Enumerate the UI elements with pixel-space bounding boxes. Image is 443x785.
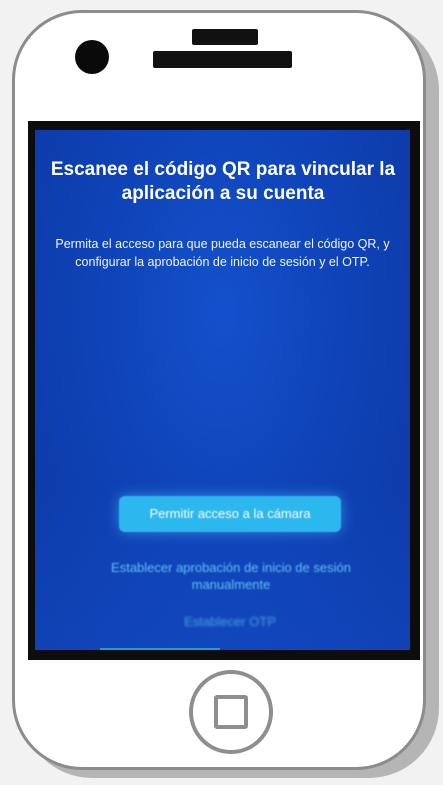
page-title: Escanee el código QR para vincular la ap… (50, 159, 396, 204)
earpiece-speaker (153, 51, 292, 68)
set-otp-link[interactable]: Establecer OTP (115, 613, 345, 630)
app-screen: Escanee el código QR para vincular la ap… (35, 130, 410, 650)
page-canvas: Escanee el código QR para vincular la ap… (0, 0, 443, 785)
manual-approval-link[interactable]: Establecer aprobación de inicio de sesió… (83, 559, 379, 593)
proximity-sensor (192, 29, 258, 45)
home-square-icon (214, 695, 248, 729)
permission-description: Permita el acceso para que pueda escanea… (55, 237, 390, 269)
home-button[interactable] (189, 670, 273, 754)
screen-bottom-indicator (100, 648, 220, 650)
allow-camera-button[interactable]: Permitir acceso a la cámara (119, 496, 341, 532)
front-camera (75, 40, 109, 74)
